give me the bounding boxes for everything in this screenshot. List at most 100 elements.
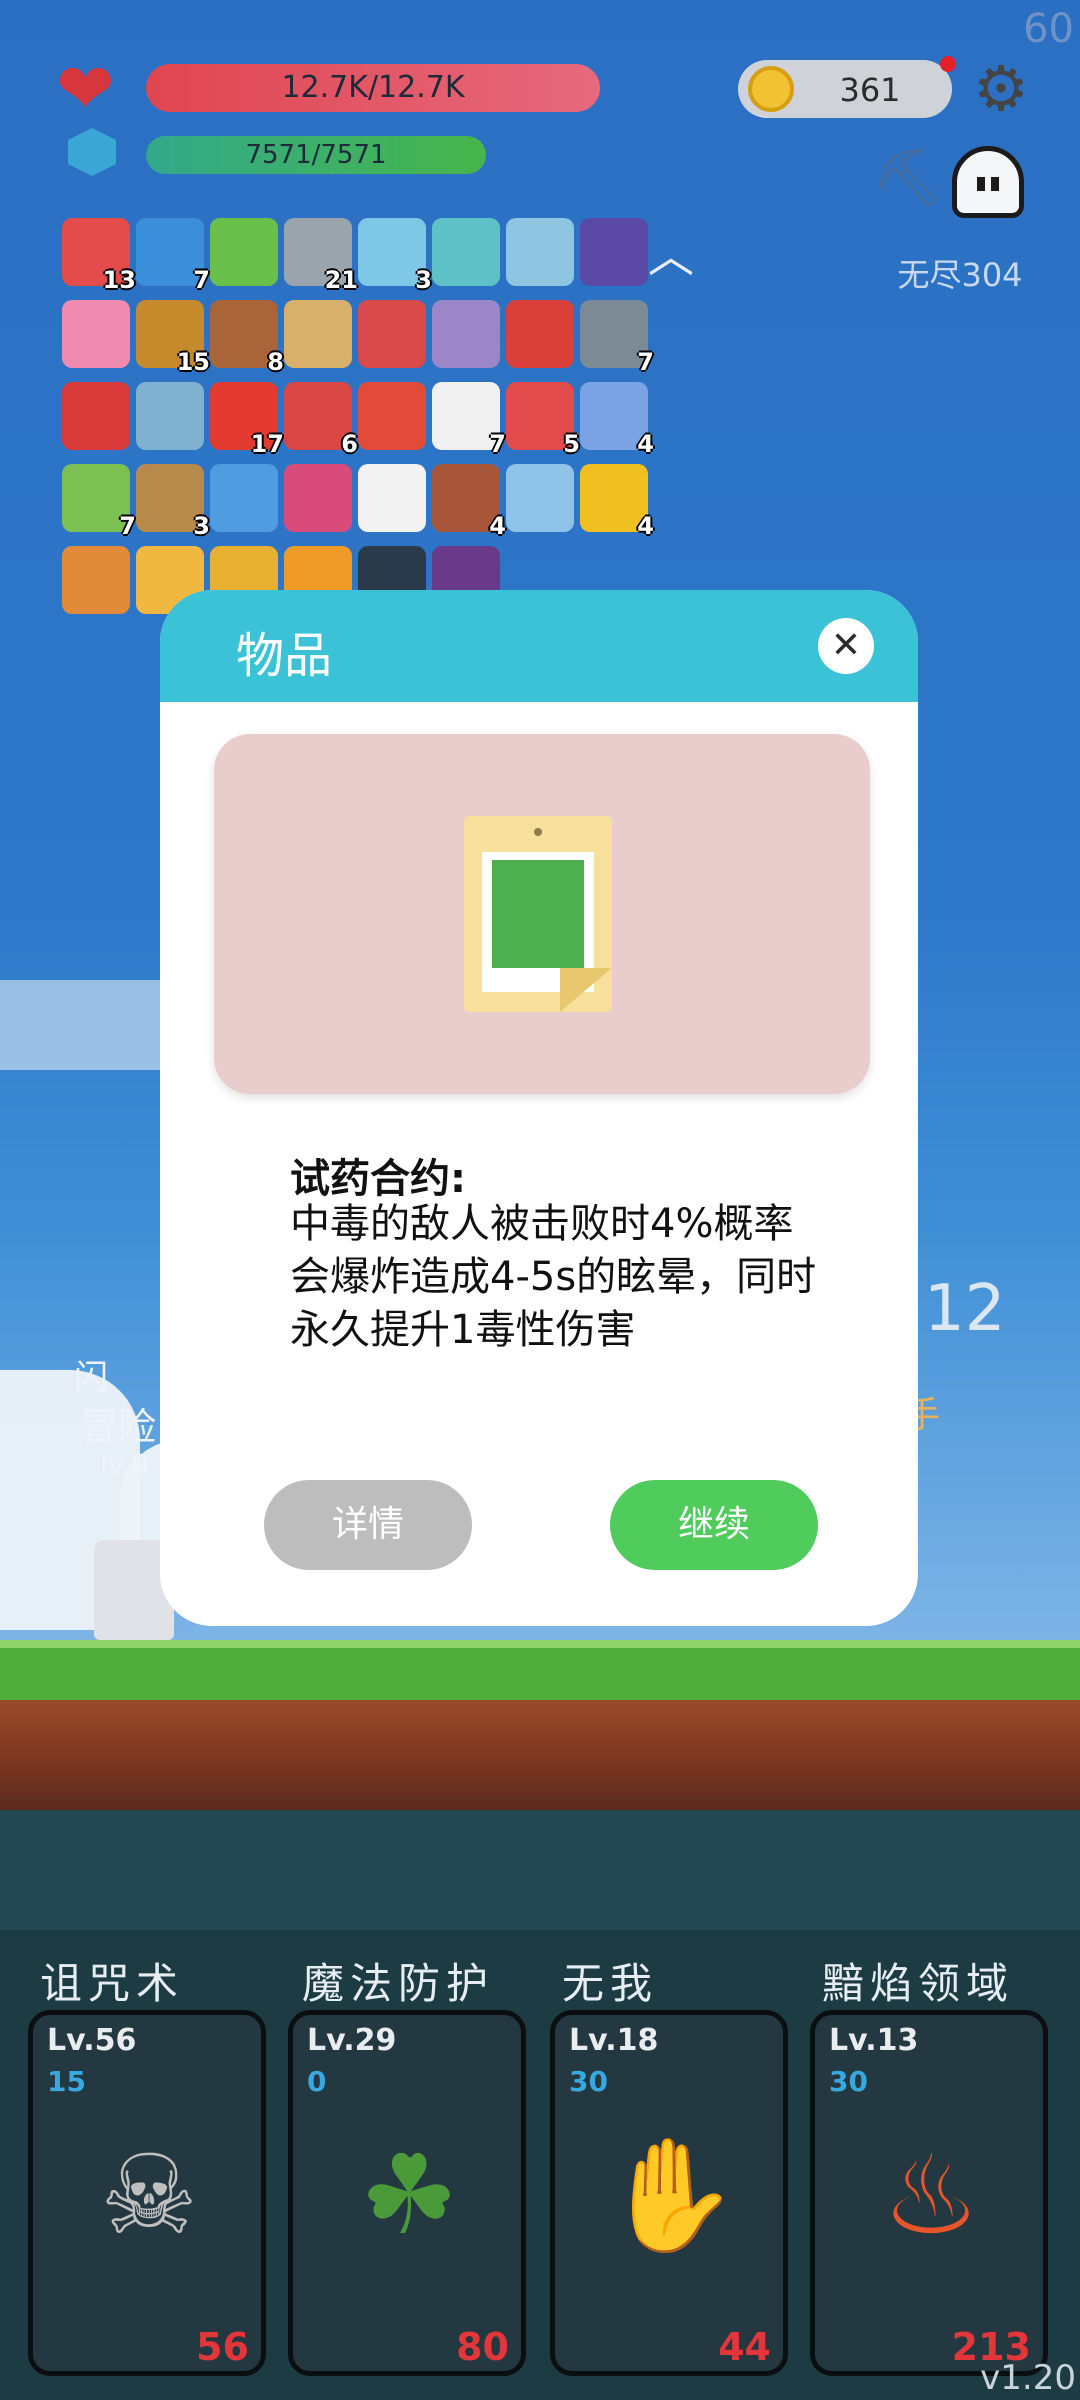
contract-fold — [560, 968, 612, 1012]
briefcase-icon[interactable] — [62, 546, 130, 614]
campfire-icon: ♨ — [881, 2131, 981, 2259]
ice-cream-icon[interactable] — [62, 300, 130, 368]
item-dialog: 物品 ✕ 试药合约: 中毒的敌人被击败时4%概率会爆炸造成4-5s的眩晕，同时永… — [160, 590, 918, 1626]
contract-pin — [534, 828, 542, 836]
item-count: 8 — [267, 348, 284, 376]
potion-icon[interactable]: 6 — [284, 382, 358, 458]
notification-dot — [940, 56, 956, 72]
endless-stage-label: 无尽304 — [897, 256, 1023, 294]
skill-card-magic-shield[interactable]: Lv.29 0 ☘ 80 — [288, 2010, 526, 2376]
item-count: 4 — [637, 430, 654, 458]
skill-name: 魔法防护 — [302, 1959, 495, 2008]
item-count: 6 — [341, 430, 358, 458]
item-count: 21 — [324, 266, 358, 294]
item-count: 4 — [489, 512, 506, 540]
coat-icon[interactable] — [506, 464, 574, 532]
ice-tile-icon[interactable] — [506, 218, 574, 286]
wizard-hat-icon[interactable] — [580, 218, 648, 286]
spiral-icon[interactable] — [432, 218, 500, 286]
door-icon[interactable]: 4 — [432, 464, 506, 540]
gear-icon[interactable]: ⚙ — [968, 56, 1034, 122]
skill-name: 黯焰领域 — [822, 1959, 1015, 2008]
contract-page-fill — [492, 860, 584, 968]
skill-cooldown: 15 — [47, 2065, 86, 2098]
item-count: 7 — [193, 266, 210, 294]
item-count: 4 — [637, 512, 654, 540]
playing-cards-icon[interactable] — [358, 464, 426, 532]
skill-level: Lv.13 — [829, 2023, 919, 2058]
version-label: v1.20 — [980, 2358, 1076, 2398]
skill-cost: 56 — [196, 2325, 249, 2369]
side-level-number: 12 — [924, 1272, 1006, 1346]
skill-level: Lv.56 — [47, 2023, 137, 2058]
shield-round-icon[interactable]: 8 — [210, 300, 284, 376]
item-preview — [214, 734, 870, 1094]
skill-card-selfless[interactable]: Lv.18 30 ✋ 44 — [550, 2010, 788, 2376]
molecule-icon[interactable] — [136, 382, 204, 450]
hp-bar: 12.7K/12.7K — [146, 64, 600, 112]
item-count: 7 — [489, 430, 506, 458]
item-description: 中毒的敌人被击败时4%概率会爆炸造成4-5s的眩晕，同时永久提升1毒性伤害 — [290, 1201, 817, 1353]
left-character-level: lv.9 — [100, 1448, 149, 1481]
chevron-up-icon[interactable]: ︿ — [648, 233, 708, 279]
skill-name: 诅咒术 — [40, 1959, 185, 2008]
bomb-icon[interactable] — [432, 300, 500, 368]
magnet-icon[interactable] — [62, 382, 130, 450]
skill-level: Lv.29 — [307, 2023, 397, 2058]
book-icon[interactable]: 15 — [136, 300, 210, 376]
item-count: 5 — [563, 430, 580, 458]
item-count: 7 — [637, 348, 654, 376]
fps-counter: 60 — [1023, 6, 1074, 52]
dialog-title: 物品 — [236, 628, 333, 684]
left-character-title: 冒险 — [80, 1405, 157, 1449]
pill-icon[interactable]: 5 — [506, 382, 580, 458]
speech-bubble-icon[interactable]: 7 — [136, 218, 210, 294]
ghost-icon[interactable] — [952, 146, 1024, 218]
sunflower-icon[interactable]: 4 — [580, 464, 654, 540]
shield-icon[interactable] — [358, 300, 426, 368]
syringe-icon[interactable]: 3 — [358, 218, 432, 294]
capsule-icon[interactable]: 4 — [580, 382, 654, 458]
item-count: 3 — [193, 512, 210, 540]
flask-icon[interactable]: 7 — [62, 464, 136, 540]
skill-cooldown: 0 — [307, 2065, 327, 2098]
skill-cost: 80 — [456, 2325, 509, 2369]
coin-amount: 361 — [839, 71, 901, 109]
mushroom-icon[interactable] — [506, 300, 574, 368]
left-character-name: 闪 — [74, 1358, 108, 1398]
sword-icon[interactable]: 21 — [284, 218, 358, 294]
item-name: 试药合约: — [290, 1156, 466, 1202]
contract-icon[interactable] — [210, 218, 278, 286]
underground-band — [0, 1810, 1080, 1930]
item-count: 15 — [176, 348, 210, 376]
dagger-icon[interactable]: 7 — [580, 300, 654, 376]
leaf-icon: ☘ — [359, 2131, 459, 2259]
heat-waves-icon[interactable] — [358, 382, 426, 450]
contract-icon — [464, 816, 612, 1012]
apple-icon[interactable]: 17 — [210, 382, 284, 458]
bow-icon[interactable]: 3 — [136, 464, 210, 540]
item-count: 13 — [102, 266, 136, 294]
watermelon-icon[interactable]: 13 — [62, 218, 136, 294]
card-icon[interactable] — [210, 464, 278, 532]
continue-button[interactable]: 继续 — [610, 1480, 818, 1570]
jam-jar-icon[interactable] — [284, 464, 352, 532]
close-button[interactable]: ✕ — [818, 618, 874, 674]
hand-eye-icon: ✋ — [602, 2131, 740, 2259]
skill-cooldown: 30 — [569, 2065, 608, 2098]
skill-level: Lv.18 — [569, 2023, 659, 2058]
skill-card-curse[interactable]: Lv.56 15 ☠ 56 — [28, 2010, 266, 2376]
coin-icon — [748, 66, 794, 112]
skill-name: 无我 — [562, 1959, 659, 2008]
map-icon[interactable]: ⛏ — [872, 150, 943, 208]
dirt-layer — [0, 1700, 1080, 1810]
details-button[interactable]: 详情 — [264, 1480, 472, 1570]
skill-cooldown: 30 — [829, 2065, 868, 2098]
skill-card-dark-flame[interactable]: Lv.13 30 ♨ 213 — [810, 2010, 1048, 2376]
grass-ground — [0, 1640, 1080, 1708]
flower-icon[interactable]: 7 — [432, 382, 506, 458]
item-count: 3 — [415, 266, 432, 294]
skill-cost: 44 — [718, 2325, 771, 2369]
skull-icon: ☠ — [99, 2131, 199, 2259]
scroll-icon[interactable] — [284, 300, 352, 368]
